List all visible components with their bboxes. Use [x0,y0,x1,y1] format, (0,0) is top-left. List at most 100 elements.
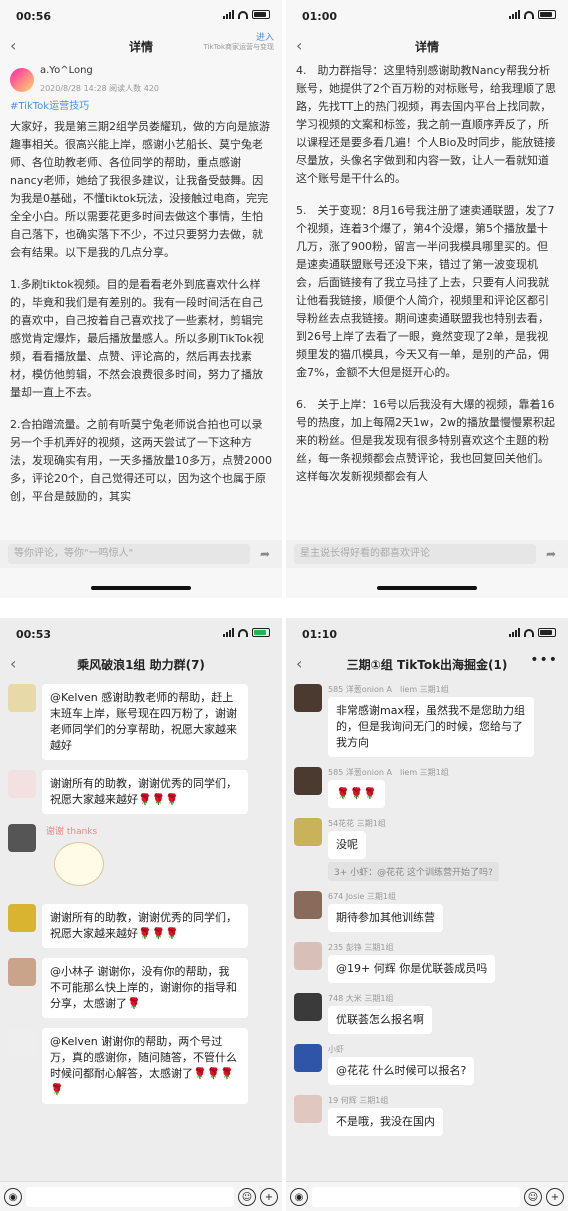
wifi-icon [524,628,534,637]
message: 585 洋葱onion A liem 三期1组 非常感谢max程，虽然我不是您助… [294,684,560,757]
avatar[interactable] [8,958,36,986]
message-input[interactable] [312,1186,520,1207]
chat-title: 三期①组 TikTok出海掘金(1) [346,658,508,672]
emoji-icon[interactable]: ☺ [238,1187,256,1206]
group-chat-screen-2: 01:10 ‹ 三期①组 TikTok出海掘金(1) ••• 585 洋葱oni… [286,618,568,1211]
article-screen-1: 00:56 ‹ 详情 进入 TikTok商家运营与变现 a.Yo^Long 20… [0,0,282,598]
wifi-icon [238,10,248,19]
article-paragraph: 5. 关于变现：8月16号我注册了速卖通联盟，发了7个视频，连着3个爆了，第4个… [296,204,555,379]
group-chat-screen-1: 00:53 ‹ 乘风破浪1组 助力群(7) @Kelven 感谢助教老师的帮助，… [0,618,282,1211]
article-body: a.Yo^Long 2020/8/28 14:28 阅读人数 420 #TikT… [0,62,282,506]
avatar[interactable] [294,818,322,846]
signal-icon [223,628,234,637]
message-bubble[interactable]: 谢谢所有的助教，谢谢优秀的同学们，祝愿大家越来越好🌹🌹🌹 [42,770,248,814]
sender-name: 748 大米 三期1组 [328,994,394,1003]
sender-name: 235 彭铮 三期1组 [328,943,394,952]
message-input[interactable] [26,1186,234,1207]
message-bubble[interactable]: 非常感谢max程，虽然我不是您助力组的，但是我询问无门的时候，您给与了我方向 [328,697,534,757]
avatar[interactable] [294,993,322,1021]
nav-bar: ‹ 详情 [286,30,568,62]
chat-input-bar: ◉ ☺ + [0,1181,282,1211]
signal-icon [223,10,234,19]
message-list: 585 洋葱onion A liem 三期1组 非常感谢max程，虽然我不是您助… [286,680,568,1150]
status-time: 01:10 [302,628,338,641]
thanks-sticker[interactable]: 谢谢 thanks [42,824,122,894]
message: 235 彭铮 三期1组 @19+ 何辉 你是优联荟成员吗 [294,942,560,983]
wifi-icon [238,628,248,637]
article-paragraph: 大家好，我是第三期2组学员娄耀玑，做的方向是旅游趣事相关。很高兴能上岸，感谢小艺… [10,120,270,259]
message-list: @Kelven 感谢助教老师的帮助，赶上末班车上岸，账号现在四万粉了，谢谢老师同… [0,680,282,1118]
message-bubble[interactable]: 没呢 [328,831,366,859]
message-bubble[interactable]: @Kelven 感谢助教老师的帮助，赶上末班车上岸，账号现在四万粉了，谢谢老师同… [42,684,248,760]
add-icon[interactable]: + [260,1187,278,1206]
message-bubble[interactable]: @Kelven 谢谢你的帮助，两个号过万，真的感谢你，随问随答，不管什么时候问都… [42,1028,248,1104]
avatar[interactable] [294,684,322,712]
quoted-message[interactable]: 3+ 小虾：@花花 这个训练营开始了吗? [328,862,499,881]
avatar[interactable] [294,891,322,919]
message-bubble[interactable]: 不是哦，我没在国内 [328,1108,443,1136]
avatar[interactable] [294,767,322,795]
message-bubble[interactable]: 优联荟怎么报名啊 [328,1006,432,1034]
avatar[interactable] [8,684,36,712]
more-icon[interactable]: ••• [530,652,558,668]
comment-input[interactable]: 等你评论，等你"一鸣惊人" [8,544,250,564]
status-time: 01:00 [302,10,338,23]
avatar[interactable] [8,1028,36,1056]
avatar[interactable] [10,68,34,92]
add-icon[interactable]: + [546,1187,564,1206]
nav-bar: ‹ 详情 进入 TikTok商家运营与变现 [0,30,282,62]
message: @Kelven 谢谢你的帮助，两个号过万，真的感谢你，随问随答，不管什么时候问都… [8,1028,274,1104]
wifi-icon [524,10,534,19]
avatar[interactable] [8,770,36,798]
voice-icon[interactable]: ◉ [290,1187,308,1206]
message: 674 Josie 三期1组 期待参加其他训练营 [294,891,560,932]
page-title: 详情 [414,40,439,54]
message: 748 大米 三期1组 优联荟怎么报名啊 [294,993,560,1034]
message: 小虾 @花花 什么时候可以报名? [294,1044,560,1085]
home-indicator [377,586,477,590]
avatar[interactable] [8,824,36,852]
signal-icon [509,10,520,19]
message-bubble[interactable]: @花花 什么时候可以报名? [328,1057,475,1085]
status-bar: 01:00 [286,0,568,30]
message: 谢谢所有的助教，谢谢优秀的同学们，祝愿大家越来越好🌹🌹🌹 [8,904,274,948]
author-name[interactable]: a.Yo^Long [40,62,159,80]
article-paragraph: 4. 助力群指导：这里特别感谢助教Nancy帮我分析账号，她提供了2个百万粉的对… [296,64,556,185]
avatar[interactable] [294,942,322,970]
signal-icon [509,628,520,637]
avatar[interactable] [294,1044,322,1072]
emoji-icon[interactable]: ☺ [524,1187,542,1206]
enter-group-link[interactable]: 进入 TikTok商家运营与变现 [204,34,274,52]
status-bar: 00:53 [0,618,282,648]
sticker-text: 谢谢 thanks [46,827,98,837]
share-icon[interactable]: ➦ [256,547,274,561]
sender-name: 585 洋葱onion A liem 三期1组 [328,768,449,777]
status-time: 00:53 [16,628,52,641]
battery-icon [538,628,556,637]
comment-bar: 星主说长得好看的都喜欢评论 ➦ [286,540,568,568]
message-bubble[interactable]: 期待参加其他训练营 [328,904,443,932]
sender-name: 小虾 [328,1045,344,1054]
article-screen-2: 01:00 ‹ 详情 4. 助力群指导：这里特别感谢助教Nancy帮我分析账号，… [286,0,568,598]
message: @Kelven 感谢助教老师的帮助，赶上末班车上岸，账号现在四万粉了，谢谢老师同… [8,684,274,760]
message-bubble[interactable]: @小林子 谢谢你，没有你的帮助，我不可能那么快上岸的，谢谢你的指导和分享，太感谢… [42,958,248,1018]
sender-name: 54花花 三期1组 [328,819,386,828]
message-bubble[interactable]: 谢谢所有的助教，谢谢优秀的同学们，祝愿大家越来越好🌹🌹🌹 [42,904,248,948]
author-row: a.Yo^Long 2020/8/28 14:28 阅读人数 420 [10,62,272,98]
nav-bar: ‹ 乘风破浪1组 助力群(7) [0,648,282,680]
message-bubble[interactable]: @19+ 何辉 你是优联荟成员吗 [328,955,496,983]
message-bubble[interactable]: 🌹🌹🌹 [328,780,386,808]
avatar[interactable] [8,904,36,932]
status-bar: 01:10 [286,618,568,648]
topic-tag[interactable]: #TikTok运营技巧 [10,98,272,116]
article-paragraph: 2.合拍蹭流量。之前有听莫宁兔老师说合拍也可以录另一个手机弄好的视频，这两天尝试… [10,418,272,503]
battery-icon [252,10,270,19]
avatar[interactable] [294,1095,322,1123]
article-paragraph: 1.多刷tiktok视频。目的是看看老外到底喜欢什么样的，毕竟和我们是有差别的。… [10,278,264,399]
message: 19 何辉 三期1组 不是哦，我没在国内 [294,1095,560,1136]
voice-icon[interactable]: ◉ [4,1187,22,1206]
battery-icon [538,10,556,19]
status-time: 00:56 [16,10,52,23]
comment-input[interactable]: 星主说长得好看的都喜欢评论 [294,544,536,564]
share-icon[interactable]: ➦ [542,547,560,561]
